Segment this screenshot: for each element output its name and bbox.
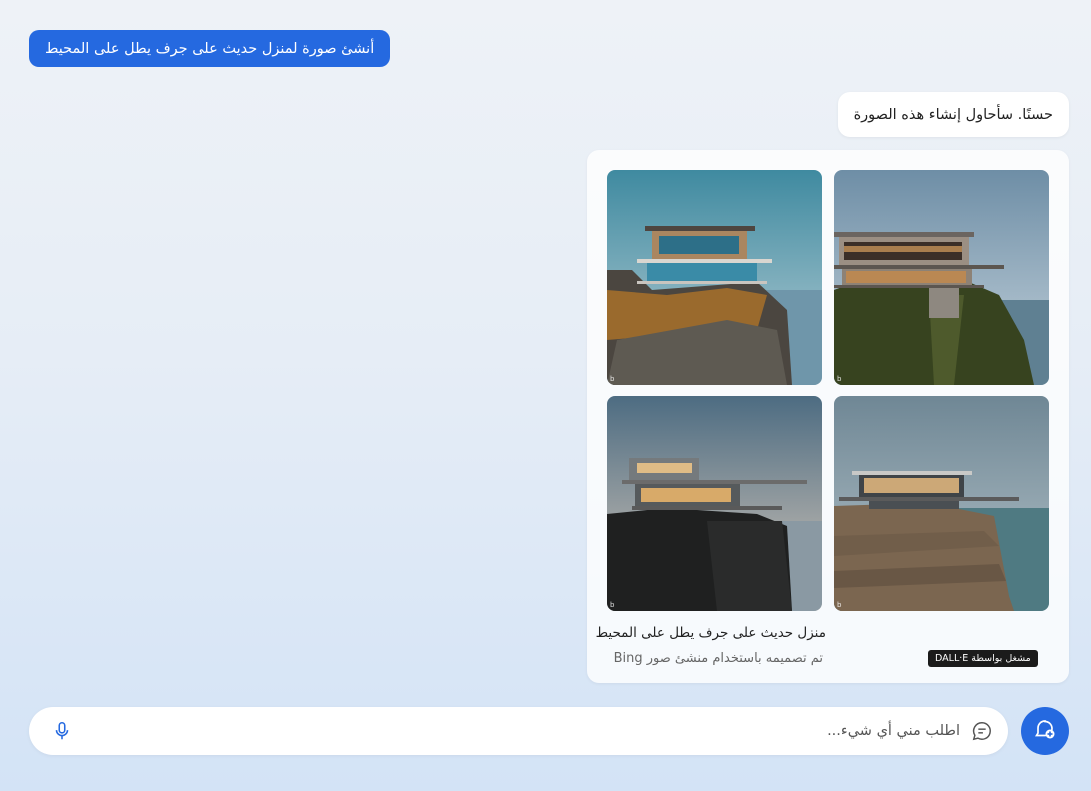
image-watermark: b — [837, 375, 842, 383]
chat-input-placeholder[interactable]: اطلب مني أي شيء... — [827, 707, 960, 755]
new-topic-icon — [1033, 717, 1057, 745]
generated-image-1[interactable]: b — [834, 170, 1049, 385]
chat-bubble-icon — [971, 720, 993, 742]
user-message-text: أنشئ صورة لمنزل حديث على جرف يطل على الم… — [45, 40, 375, 57]
generated-image-2[interactable]: b — [607, 170, 822, 385]
bot-message-bubble: حسنًا. سأحاول إنشاء هذه الصورة — [837, 92, 1069, 137]
bot-message-text: حسنًا. سأحاول إنشاء هذه الصورة — [853, 106, 1053, 123]
image-watermark: b — [610, 375, 615, 383]
generated-image-4[interactable]: b — [607, 396, 822, 611]
image-caption-title[interactable]: منزل حديث على جرف يطل على المحيط — [596, 625, 826, 641]
generated-image-3[interactable]: b — [834, 396, 1049, 611]
chat-input-bar[interactable]: اطلب مني أي شيء... — [29, 707, 1008, 755]
generated-images-card: b b b b منزل حديث على جرف يطل على المحيط… — [587, 150, 1069, 683]
microphone-icon[interactable] — [51, 720, 73, 742]
image-watermark: b — [837, 601, 842, 609]
image-caption-subtitle: تم تصميمه باستخدام منشئ صور Bing — [613, 651, 823, 666]
dalle-badge: مشغل بواسطة DALL·E — [928, 650, 1038, 667]
new-topic-button[interactable] — [1021, 707, 1069, 755]
image-watermark: b — [610, 601, 615, 609]
user-message-bubble: أنشئ صورة لمنزل حديث على جرف يطل على الم… — [29, 30, 391, 67]
